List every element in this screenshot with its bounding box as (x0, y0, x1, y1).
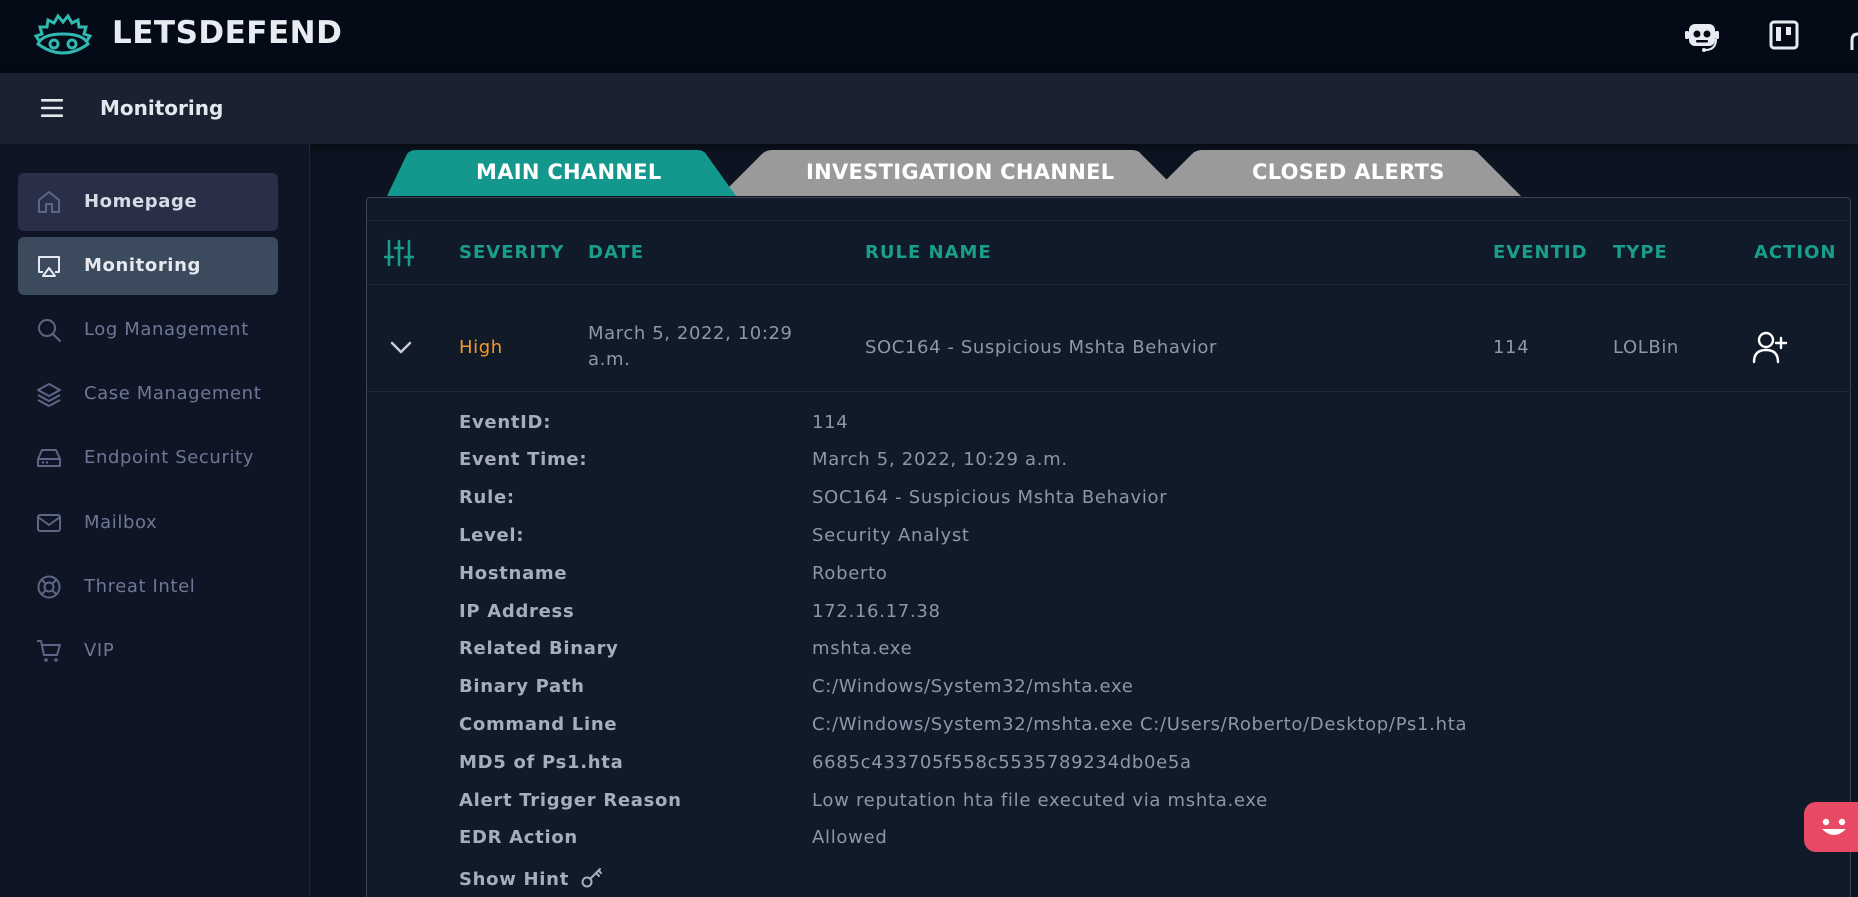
column-header-action[interactable]: ACTION (1754, 242, 1836, 263)
detail-label: Hostname (459, 563, 568, 584)
key-icon (581, 868, 603, 888)
detail-label: EDR Action (459, 827, 578, 848)
detail-value: Allowed (812, 827, 888, 848)
column-header-rule-name[interactable]: RULE NAME (865, 242, 992, 263)
sidebar-item-label: Case Management (84, 383, 262, 404)
hard-drive-icon (37, 449, 61, 467)
detail-value: mshta.exe (812, 638, 913, 659)
detail-value: C:/Windows/System32/mshta.exe C:/Users/R… (812, 714, 1468, 735)
sidebar-item-endpoint-security[interactable]: Endpoint Security (18, 429, 278, 487)
tab-closed-alerts[interactable]: CLOSED ALERTS (1252, 160, 1445, 184)
sidebar-item-threat-intel[interactable]: Threat Intel (18, 558, 278, 616)
robot-icon[interactable] (1683, 16, 1721, 54)
detail-label: Rule: (459, 487, 515, 508)
search-icon (38, 319, 61, 342)
page-header-bar: Monitoring (0, 73, 1858, 144)
tab-main-channel[interactable]: MAIN CHANNEL (476, 160, 662, 184)
detail-label: Related Binary (459, 638, 619, 659)
sidebar-item-mailbox[interactable]: Mailbox (18, 494, 278, 552)
detail-value: C:/Windows/System32/mshta.exe (812, 676, 1134, 697)
lifebuoy-icon (37, 575, 61, 599)
column-header-date[interactable]: DATE (588, 242, 644, 263)
detail-value: Low reputation hta file executed via msh… (812, 790, 1268, 811)
sidebar-item-vip[interactable]: VIP (18, 622, 278, 680)
column-header-eventid[interactable]: EVENTID (1493, 242, 1588, 263)
cart-icon (37, 640, 61, 662)
detail-label: Level: (459, 525, 525, 546)
show-hint-label: Show Hint (459, 869, 569, 890)
smiley-chat-icon (1822, 818, 1846, 835)
detail-value: 6685c433705f558c5535789234db0e5a (812, 752, 1192, 773)
user-icon[interactable] (1850, 30, 1858, 52)
detail-value: 114 (812, 412, 849, 433)
event-id-value: 114 (1493, 337, 1530, 358)
filter-sliders-icon[interactable] (384, 238, 414, 268)
detail-value: March 5, 2022, 10:29 a.m. (812, 449, 1068, 470)
column-header-type[interactable]: TYPE (1613, 242, 1668, 263)
monitor-icon (38, 256, 60, 277)
page-title: Monitoring (100, 96, 224, 120)
sidebar-item-homepage[interactable]: Homepage (18, 173, 278, 231)
type-value: LOLBin (1613, 337, 1679, 358)
column-header-severity[interactable]: SEVERITY (459, 242, 564, 263)
detail-label: EventID: (459, 412, 552, 433)
sidebar: Homepage Monitoring Log Management Case … (0, 144, 310, 897)
tab-investigation-channel[interactable]: INVESTIGATION CHANNEL (806, 160, 1114, 184)
alert-date-line1: March 5, 2022, 10:29 (588, 323, 793, 344)
divider (367, 284, 1851, 285)
chat-widget-button[interactable] (1804, 802, 1858, 852)
sidebar-item-label: Threat Intel (84, 576, 196, 597)
sidebar-item-case-management[interactable]: Case Management (18, 365, 278, 423)
sidebar-item-label: Homepage (84, 191, 198, 212)
home-icon (38, 191, 60, 213)
show-hint-link[interactable]: Show Hint (459, 865, 604, 890)
divider (367, 391, 1851, 392)
alert-date-line2: a.m. (588, 349, 631, 370)
mail-icon (37, 514, 61, 532)
sidebar-item-monitoring[interactable]: Monitoring (18, 237, 278, 295)
sidebar-item-log-management[interactable]: Log Management (18, 301, 278, 359)
sidebar-item-label: Mailbox (84, 512, 158, 533)
detail-label: MD5 of Ps1.hta (459, 752, 624, 773)
detail-label: Command Line (459, 714, 618, 735)
sidebar-item-label: Endpoint Security (84, 447, 254, 468)
detail-label: IP Address (459, 601, 575, 622)
detail-label: Binary Path (459, 676, 585, 697)
chevron-down-icon[interactable] (389, 337, 413, 357)
detail-label: Alert Trigger Reason (459, 790, 682, 811)
sidebar-item-label: Log Management (84, 319, 249, 340)
detail-label: Event Time: (459, 449, 588, 470)
detail-value: Roberto (812, 563, 888, 584)
severity-value: High (459, 337, 503, 358)
assign-user-icon[interactable] (1752, 330, 1788, 364)
layers-icon (37, 383, 61, 407)
detail-value: SOC164 - Suspicious Mshta Behavior (812, 487, 1168, 508)
brand-name: LETSDEFEND (112, 15, 343, 51)
divider (367, 220, 1851, 221)
sidebar-item-label: Monitoring (84, 255, 201, 276)
hamburger-icon[interactable] (38, 95, 66, 121)
kanban-board-icon[interactable] (1765, 16, 1803, 54)
detail-value: 172.16.17.38 (812, 601, 941, 622)
rule-name-value: SOC164 - Suspicious Mshta Behavior (865, 337, 1217, 358)
top-bar: LETSDEFEND (0, 0, 1858, 73)
letsdefend-logo-icon[interactable] (32, 12, 94, 60)
sidebar-item-label: VIP (84, 640, 115, 661)
detail-value: Security Analyst (812, 525, 970, 546)
